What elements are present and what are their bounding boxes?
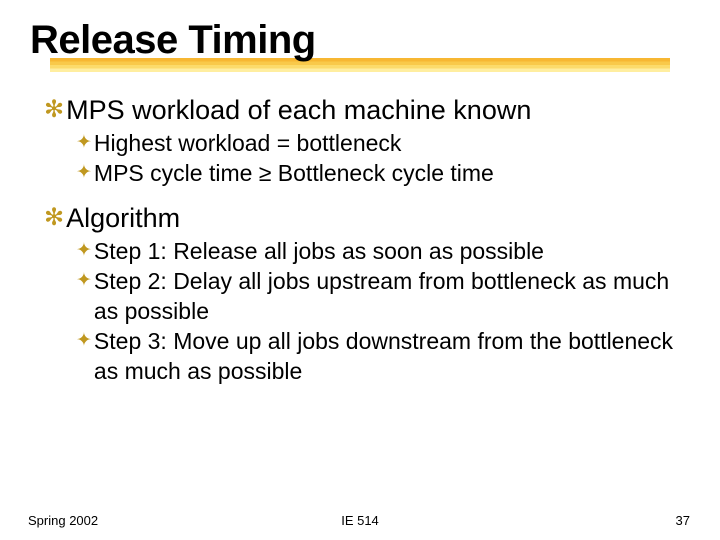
sub-bullet-text: Step 3: Move up all jobs downstream from…: [94, 326, 684, 386]
flower-bullet-icon: ✻: [44, 94, 64, 126]
star-bullet-icon: ✦: [76, 326, 92, 356]
flower-bullet-icon: ✻: [44, 202, 64, 234]
title-wrap: Release Timing: [30, 18, 690, 62]
sub-bullet-group: ✦ Step 1: Release all jobs as soon as po…: [76, 236, 690, 386]
bullet-level2: ✦ Step 1: Release all jobs as soon as po…: [76, 236, 690, 266]
bullet-level2: ✦ Highest workload = bottleneck: [76, 128, 690, 158]
star-bullet-icon: ✦: [76, 128, 92, 158]
bullet-level2: ✦ Step 2: Delay all jobs upstream from b…: [76, 266, 690, 326]
bullet-level2: ✦ MPS cycle time ≥ Bottleneck cycle time: [76, 158, 690, 188]
bullet-text: MPS workload of each machine known: [66, 94, 531, 126]
bullet-level1: ✻ Algorithm: [44, 202, 690, 234]
star-bullet-icon: ✦: [76, 158, 92, 188]
slide: Release Timing ✻ MPS workload of each ma…: [0, 0, 720, 540]
sub-bullet-text: Step 2: Delay all jobs upstream from bot…: [94, 266, 684, 326]
sub-bullet-text: MPS cycle time ≥ Bottleneck cycle time: [94, 158, 494, 188]
bullet-text: Algorithm: [66, 202, 180, 234]
slide-title: Release Timing: [30, 18, 690, 62]
content: ✻ MPS workload of each machine known ✦ H…: [30, 90, 690, 530]
sub-bullet-group: ✦ Highest workload = bottleneck ✦ MPS cy…: [76, 128, 690, 188]
bullet-level2: ✦ Step 3: Move up all jobs downstream fr…: [76, 326, 690, 386]
star-bullet-icon: ✦: [76, 236, 92, 266]
footer-right: 37: [676, 513, 690, 528]
bullet-level1: ✻ MPS workload of each machine known: [44, 94, 690, 126]
star-bullet-icon: ✦: [76, 266, 92, 296]
footer-left: Spring 2002: [28, 513, 98, 528]
footer-center: IE 514: [341, 513, 379, 528]
sub-bullet-text: Highest workload = bottleneck: [94, 128, 401, 158]
sub-bullet-text: Step 1: Release all jobs as soon as poss…: [94, 236, 544, 266]
footer: Spring 2002 IE 514 37: [0, 513, 720, 528]
